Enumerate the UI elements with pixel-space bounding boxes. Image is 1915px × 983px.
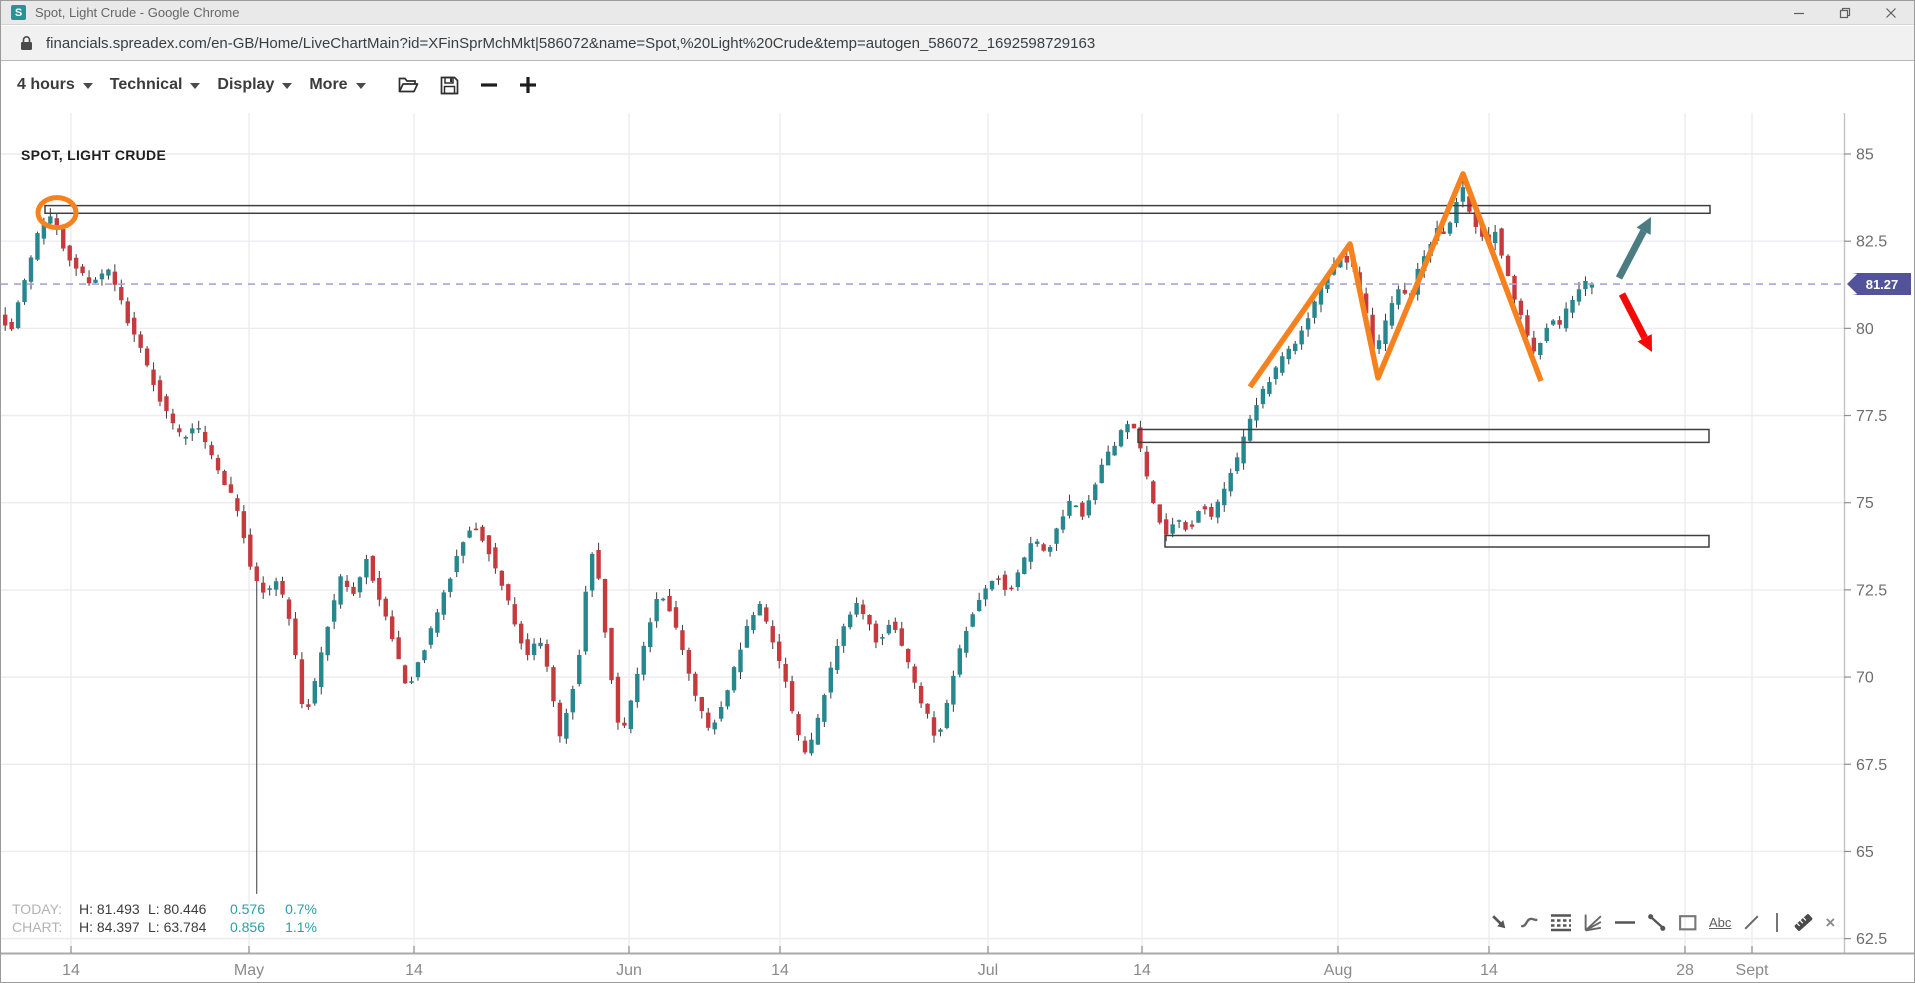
text-tool-button[interactable]: Abc	[1709, 915, 1731, 930]
horizontal-line-icon	[1614, 913, 1636, 932]
fib-grid-icon	[1550, 913, 1572, 932]
svg-text:14: 14	[1480, 962, 1498, 979]
pointer-tool-button[interactable]	[1490, 913, 1509, 932]
svg-text:28: 28	[1676, 962, 1694, 979]
svg-text:85: 85	[1856, 147, 1874, 164]
svg-text:77.5: 77.5	[1856, 408, 1887, 425]
svg-text:Jul: Jul	[978, 962, 998, 979]
vertical-line-tool-button[interactable]	[1772, 912, 1782, 933]
svg-text:80: 80	[1856, 321, 1874, 338]
today-stats-row: TODAY: H: 81.493 L: 80.446 0.576 0.7%	[12, 900, 317, 918]
svg-text:14: 14	[771, 962, 789, 979]
pointer-arrow-icon	[1490, 913, 1509, 932]
chart-stats-row: CHART: H: 84.397 L: 63.784 0.856 1.1%	[12, 918, 317, 936]
delete-drawing-button[interactable]: ×	[1825, 913, 1835, 933]
chart-change: 0.856	[210, 918, 265, 936]
chart-high: H: 84.397	[79, 918, 148, 936]
svg-text:Sept: Sept	[1736, 962, 1769, 979]
trendline-icon	[1647, 913, 1667, 932]
fib-retracement-tool-button[interactable]	[1550, 913, 1572, 932]
svg-text:62.5: 62.5	[1856, 931, 1887, 948]
today-high: H: 81.493	[79, 900, 148, 918]
trendline-tool-button[interactable]	[1647, 913, 1667, 932]
ruler-icon	[1793, 912, 1814, 933]
browser-window: S Spot, Light Crude - Google Chrome	[0, 0, 1915, 983]
freehand-tool-button[interactable]	[1520, 913, 1539, 932]
svg-text:70: 70	[1856, 670, 1874, 687]
svg-text:75: 75	[1856, 495, 1874, 512]
rectangle-tool-button[interactable]	[1678, 913, 1698, 932]
rectangle-icon	[1678, 913, 1698, 932]
price-stats: TODAY: H: 81.493 L: 80.446 0.576 0.7% CH…	[12, 900, 317, 936]
svg-text:Jun: Jun	[616, 962, 642, 979]
svg-text:72.5: 72.5	[1856, 582, 1887, 599]
chart-label: CHART:	[12, 918, 79, 936]
horizontal-line-tool-button[interactable]	[1614, 913, 1636, 932]
svg-text:Aug: Aug	[1324, 962, 1352, 979]
svg-text:14: 14	[62, 962, 80, 979]
chart-low: L: 63.784	[148, 918, 210, 936]
chart-canvas[interactable]: 85 82.5 80 77.5 75 72.5 70 67.5 65 62.5 14 May 14 Jun…	[1, 1, 1915, 983]
today-low: L: 80.446	[148, 900, 210, 918]
svg-text:82.5: 82.5	[1856, 234, 1887, 251]
svg-text:14: 14	[405, 962, 423, 979]
diagonal-line-icon	[1742, 913, 1761, 932]
today-change-pct: 0.7%	[265, 900, 317, 918]
svg-text:14: 14	[1133, 962, 1151, 979]
measure-tool-button[interactable]	[1793, 912, 1814, 933]
today-label: TODAY:	[12, 900, 79, 918]
trend-fan-icon	[1583, 913, 1603, 932]
drawing-toolbar: Abc ×	[1490, 912, 1835, 933]
fan-tool-button[interactable]	[1583, 913, 1603, 932]
chart-change-pct: 1.1%	[265, 918, 317, 936]
curve-icon	[1520, 913, 1539, 932]
today-change: 0.576	[210, 900, 265, 918]
svg-text:67.5: 67.5	[1856, 757, 1887, 774]
vertical-line-icon	[1772, 912, 1782, 933]
current-price-tag: 81.27	[1847, 273, 1911, 295]
current-price-value: 81.27	[1866, 277, 1899, 292]
diagonal-line-tool-button[interactable]	[1742, 913, 1761, 932]
svg-text:65: 65	[1856, 844, 1874, 861]
chart-symbol-title: SPOT, LIGHT CRUDE	[21, 147, 166, 163]
svg-text:May: May	[234, 962, 264, 979]
